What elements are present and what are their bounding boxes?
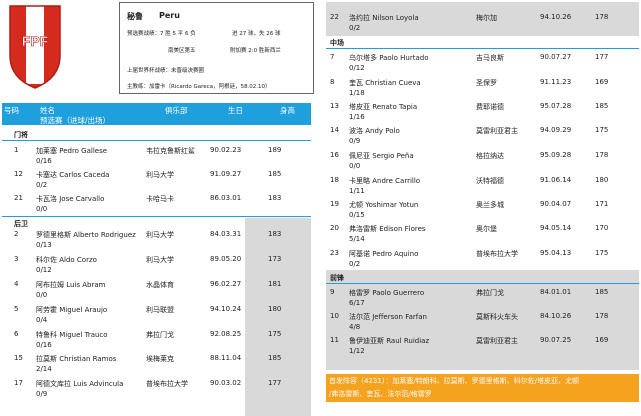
coach: 主教练：加雷卡（Ricardo Gareca，阿根廷，58.02.10） [127,84,271,90]
section-midfielders: 中场 [330,39,344,47]
col-birth: 生日 [228,106,243,115]
section-defenders: 后卫 [14,220,28,228]
col-club: 俱乐部 [165,106,188,115]
fpf-logo: FPF [9,5,61,89]
roster-table-header: 号码 姓名 预选赛（进球/出场） 俱乐部 生日 身高 [2,103,311,125]
section-forwards: 前锋 [330,274,344,282]
col-height: 身高 [280,106,295,115]
qual-record: 预选赛战绩：7 胜 5 平 6 负 [127,31,196,37]
team-name-cn: 秘鲁 [127,12,143,21]
lineup-line-2: /弗洛雷斯、奎瓦、法尔范/格雷罗 [329,390,432,398]
playoff-result: 附加赛 2:0 胜新西兰 [230,48,281,54]
col-stats: 预选赛（进球/出场） [40,116,111,125]
svg-text:FPF: FPF [22,33,49,49]
last-worldcup: 上届世界杯战绩：未晋级决赛圈 [127,68,205,74]
qual-goals: 进 27 球，失 26 球 [232,31,281,37]
starting-lineup: 首发阵容（4231）：加莱塞/特朗科、拉莫斯、罗德里格斯、科尔佐/塔皮亚、尤顿 … [326,374,639,402]
team-name-en: Peru [159,11,180,20]
qual-rank: 南美区第五 [168,48,196,54]
lineup-line-1: 首发阵容（4231）：加莱塞/特朗科、拉莫斯、罗德里格斯、科尔佐/塔皮亚、尤顿 [329,377,580,385]
col-num: 号码 [4,106,19,115]
section-goalkeepers: 门将 [14,131,28,139]
team-info-box: 秘鲁 Peru 预选赛战绩：7 胜 5 平 6 负 进 27 球，失 26 球 … [119,2,314,94]
